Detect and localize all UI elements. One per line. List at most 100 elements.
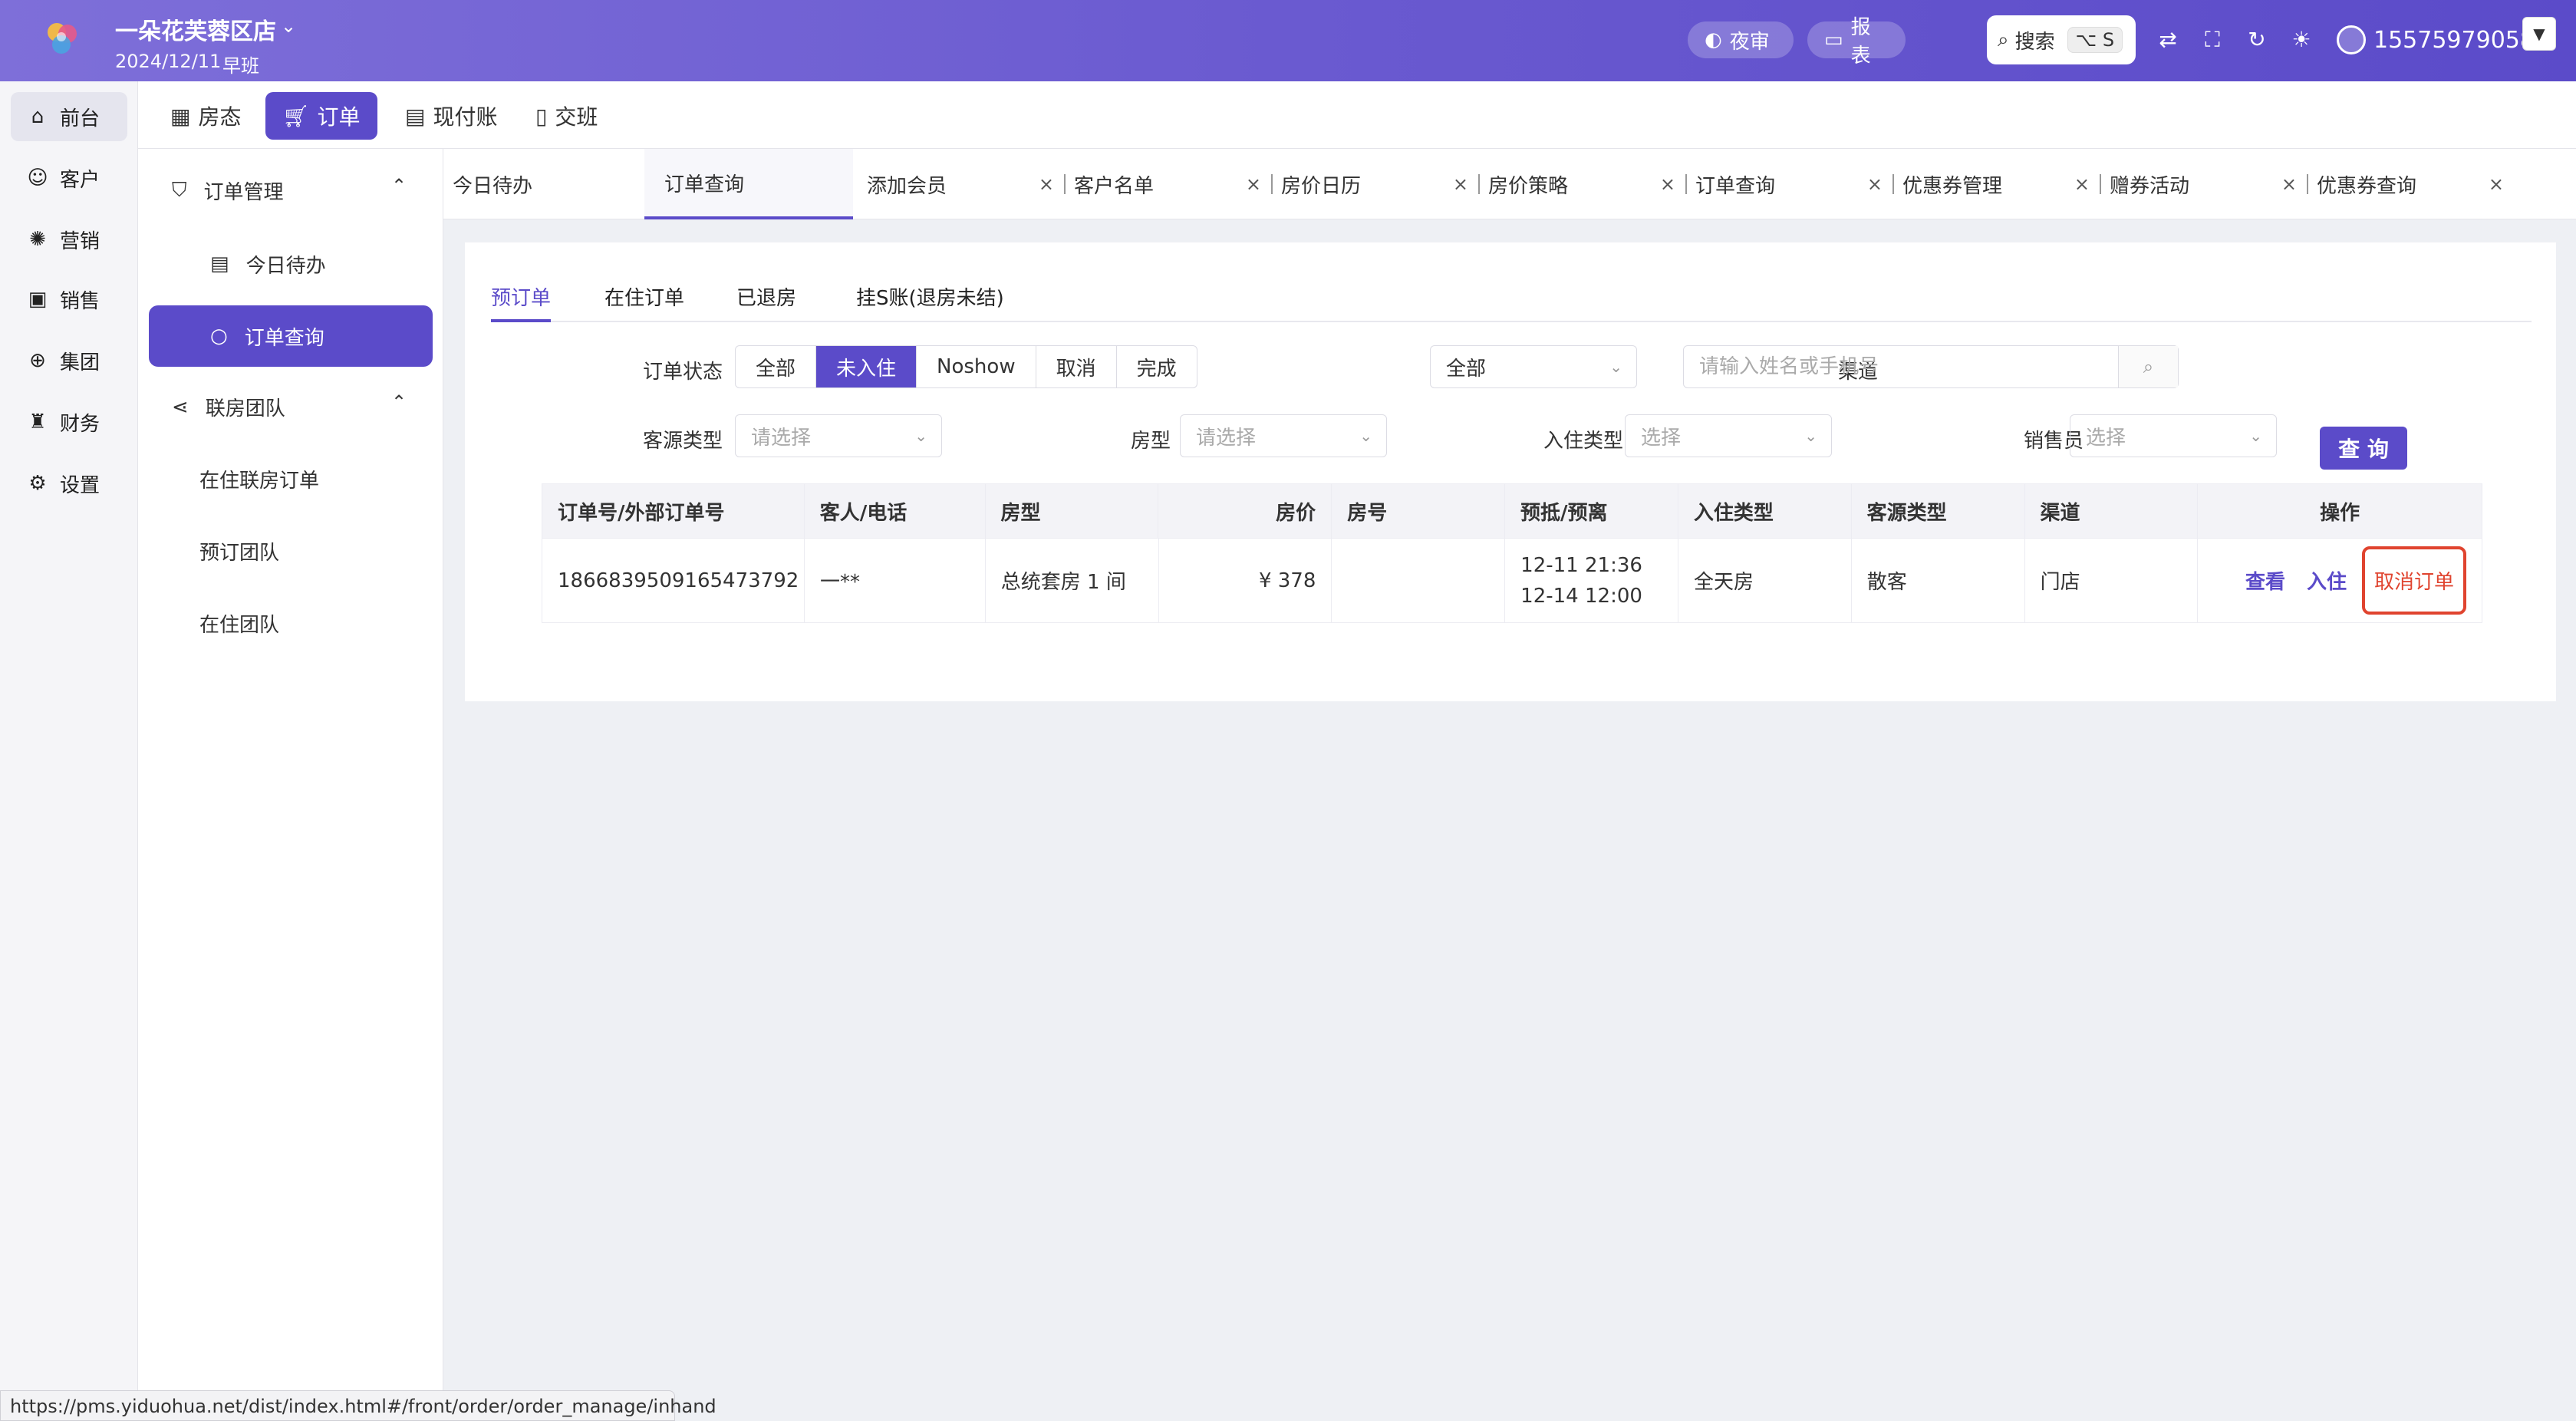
translate-icon[interactable]: ⇄ [2154,26,2182,54]
arrival-time: 12-11 21:36 [1520,553,1642,577]
nav-orders[interactable]: 🛒︎ 订单 [265,92,377,140]
sales-placeholder: 选择 [2086,426,2126,450]
status-option-cancelled[interactable]: 取消 [1036,346,1117,387]
sidebar-item-order-query[interactable]: ○ 订单查询 [149,305,433,367]
col-guest: 客人/电话 [805,484,986,538]
close-icon[interactable]: × [1246,173,1261,195]
close-icon[interactable]: × [2281,173,2297,195]
top-nav: ▦ 房态 🛒︎ 订单 ▤ 现付账 ▯ 交班 [138,81,2576,149]
search-shortcut: ⌥ S [2067,27,2123,53]
sidebar-item-inhouse-team[interactable]: 在住团队 [199,609,279,638]
fullscreen-icon[interactable]: ⛶ [2199,26,2226,54]
sidebar-item-today-todo[interactable]: ▤ 今日待办 [149,233,433,295]
group-label: 订单管理 [203,181,284,204]
night-audit-button[interactable]: ◐ 夜审 [1688,21,1794,58]
status-option-all[interactable]: 全部 [736,346,817,387]
group-linked-team[interactable]: ⋖ 联房团队 [172,393,285,421]
tab-divider [1271,174,1273,194]
search-icon: ○ [210,325,228,348]
check-in-button[interactable]: 入住 [2307,566,2347,595]
channel-select[interactable]: 全部 ⌄ [1430,345,1637,388]
rail-item-sales[interactable]: ▣ 销售 [11,275,127,324]
close-icon[interactable]: × [2074,173,2090,195]
channel-value: 全部 [1446,357,1487,381]
close-icon[interactable]: × [1867,173,1883,195]
status-option-not-checked-in[interactable]: 未入住 [816,346,917,387]
close-icon[interactable]: × [1039,173,1054,195]
chevron-up-icon[interactable]: ⌃ [391,175,407,196]
tab-in-house[interactable]: 在住订单 [604,282,684,322]
sidebar-item-inhouse-linked[interactable]: 在住联房订单 [199,465,319,493]
nav-room-status[interactable]: ▦ 房态 [153,92,258,140]
source-select[interactable]: 请选择 ⌄ [735,414,942,457]
tab-reservations[interactable]: 预订单 [491,282,552,322]
chevron-down-icon[interactable]: ⌄ [281,15,296,37]
chevron-up-icon[interactable]: ⌃ [391,391,407,413]
nav-label: 现付账 [433,104,498,130]
tab-divider [2100,174,2101,194]
sidebar-item-label: 订单查询 [244,326,324,350]
close-icon[interactable]: × [2489,173,2504,195]
nav-cash-ledger[interactable]: ▤ 现付账 [388,92,514,140]
tab-price-strategy[interactable]: 房价策略 × [1478,149,1686,219]
rail-item-label: 设置 [60,473,100,497]
tab-customer-list[interactable]: 客户名单 × [1064,149,1272,219]
tab-divider [1685,174,1687,194]
table-row: 1866839509165473792 一** 总统套房 1 间 ¥ 378 1… [542,538,2482,622]
store-name[interactable]: 一朵花芙蓉区店 [115,12,276,46]
rail-item-finance[interactable]: ♜ 财务 [11,397,127,447]
report-label: 报表 [1850,16,1871,68]
rail-item-front-desk[interactable]: ⌂ 前台 [11,92,127,141]
user-menu[interactable]: 15575979058 ▼ [2337,20,2554,60]
report-button[interactable]: ▭ 报表 [1807,16,1906,68]
chevron-down-icon: ⌄ [914,427,927,445]
group-order-management[interactable]: ⛉ 订单管理 [172,176,284,205]
query-button[interactable]: 查 询 [2320,427,2407,470]
order-type-tabs: 预订单 在住订单 已退房 挂S账(退房未结) [491,282,2532,322]
tab-add-member[interactable]: 添加会员 × [858,149,1065,219]
sales-select[interactable]: 选择 ⌄ [2070,414,2277,457]
cancel-order-button[interactable]: 取消订单 [2361,546,2466,615]
tab-order-query-2[interactable]: 订单查询 × [1685,149,1893,219]
rail-item-settings[interactable]: ⚙ 设置 [11,459,127,508]
checkin-type-select[interactable]: 选择 ⌄ [1625,414,1832,457]
group-label: 联房团队 [205,397,285,420]
view-button[interactable]: 查看 [2245,566,2285,595]
tab-coupon-query[interactable]: 优惠券查询 × [2307,149,2515,219]
tab-order-query[interactable]: 订单查询 [644,149,853,219]
status-option-completed[interactable]: 完成 [1117,346,1197,387]
tab-gift-campaign[interactable]: 赠券活动 × [2100,149,2308,219]
close-icon[interactable]: × [1660,173,1675,195]
rail-item-customers[interactable]: ☺ 客户 [11,153,127,203]
rail-item-label: 客户 [60,168,100,192]
theme-sun-icon[interactable]: ☀ [2288,26,2315,54]
col-room-no: 房号 [1332,484,1506,538]
status-option-noshow[interactable]: Noshow [917,346,1036,387]
refresh-icon[interactable]: ↻ [2243,26,2271,54]
rail-item-marketing[interactable]: ✺ 营销 [11,215,127,264]
tabs-more-dropdown[interactable]: ▼ [2522,17,2556,51]
sidebar-item-reserve-team[interactable]: 预订团队 [199,537,279,565]
tab-price-calendar[interactable]: 房价日历 × [1271,149,1479,219]
tab-divider [2307,174,2308,194]
row-actions: 查看 入住 取消订单 [2198,539,2482,622]
rail-item-group[interactable]: ⊕ 集团 [11,336,127,385]
departure-time: 12-14 12:00 [1520,584,1642,608]
tab-s-account[interactable]: 挂S账(退房未结) [856,282,1004,322]
tab-checked-out[interactable]: 已退房 [736,282,796,322]
rail-item-label: 营销 [60,229,100,253]
search-icon[interactable]: ⌕ [2118,346,2178,387]
tab-today-todo[interactable]: 今日待办 [443,149,651,219]
close-icon[interactable]: × [1453,173,1468,195]
global-search-button[interactable]: ⌕ 搜索 ⌥ S [1987,15,2136,64]
clipboard-icon: ▤ [210,252,229,275]
tab-divider [1892,174,1894,194]
keyword-input[interactable] [1684,346,2118,387]
nav-label: 房态 [198,104,242,130]
room-type-select[interactable]: 请选择 ⌄ [1180,414,1387,457]
nav-handover[interactable]: ▯ 交班 [519,92,614,140]
avatar [2337,25,2366,54]
room-price: ¥ 378 [1159,539,1332,622]
tab-coupon-manage[interactable]: 优惠券管理 × [1892,149,2100,219]
caret-down-icon: ▼ [2533,25,2545,43]
